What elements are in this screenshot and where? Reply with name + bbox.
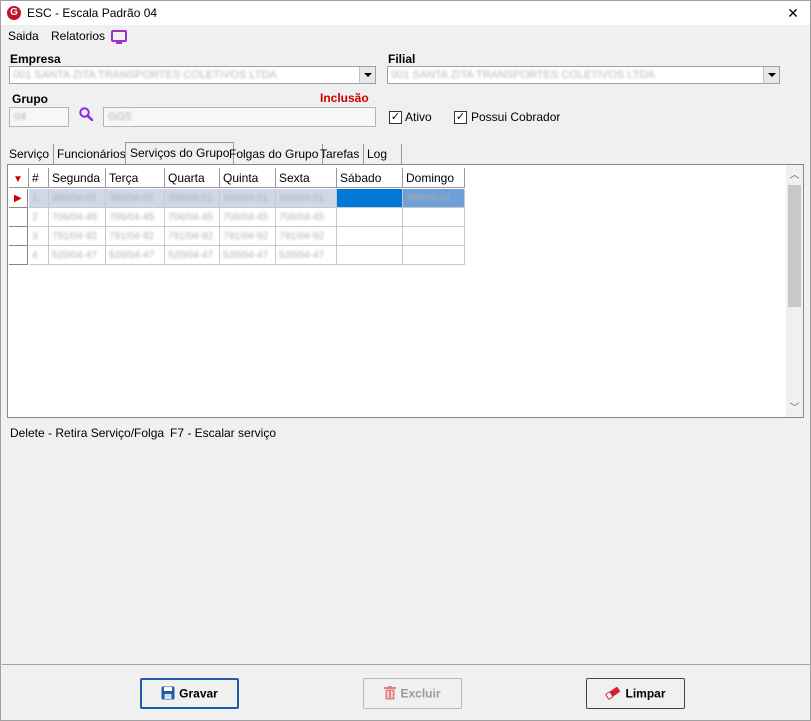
f7-hint: F7 - Escalar serviço xyxy=(170,426,277,440)
ativo-checkbox[interactable]: ✓ xyxy=(389,111,402,124)
empresa-label: Empresa xyxy=(10,52,61,66)
col-header-terca[interactable]: Terça xyxy=(106,168,165,188)
table-cell[interactable]: 791/04-92 xyxy=(165,227,220,246)
table-cell[interactable]: 706/04-45 xyxy=(220,208,276,227)
footer-divider xyxy=(2,664,810,665)
filial-label: Filial xyxy=(388,52,416,66)
col-header-quarta[interactable]: Quarta xyxy=(165,168,220,188)
tab-folgas-do-grupo[interactable]: Folgas do Grupo xyxy=(225,144,324,164)
table-cell[interactable]: 396/04-01 xyxy=(49,189,106,208)
table-cell[interactable]: 396/04-01 xyxy=(276,189,337,208)
current-row-indicator[interactable]: ▶ xyxy=(9,189,28,208)
table-cell[interactable]: 520/04-47 xyxy=(49,246,106,265)
cobrador-checkbox[interactable]: ✓ xyxy=(454,111,467,124)
header-row-marker[interactable]: ▼ xyxy=(9,168,29,188)
table-cell[interactable]: 2 xyxy=(29,208,49,227)
table-cell[interactable]: 706/04-45 xyxy=(106,208,165,227)
row-indicator[interactable] xyxy=(9,208,28,227)
menu-bar: Saida Relatorios xyxy=(1,25,810,47)
tab-servicos-do-grupo[interactable]: Serviços do Grupo xyxy=(125,142,235,164)
empresa-value: 001 SANTA ZITA TRANSPORTES COLETIVOS LTD… xyxy=(13,69,277,81)
delete-hint: Delete - Retira Serviço/Folga xyxy=(10,426,165,440)
col-header-sabado[interactable]: Sábado xyxy=(337,168,403,188)
table-cell[interactable]: 396/04-01 xyxy=(403,189,465,208)
col-header-segunda[interactable]: Segunda xyxy=(49,168,106,188)
sort-down-icon[interactable]: ▼ xyxy=(13,174,23,185)
table-cell[interactable] xyxy=(403,227,465,246)
title-bar: G ESC - Escala Padrão 04 ✕ xyxy=(1,1,810,25)
save-button[interactable]: Gravar xyxy=(140,678,239,709)
grupo-code-value: 04 xyxy=(14,111,27,123)
filial-select[interactable]: 001 SANTA ZITA TRANSPORTES COLETIVOS LTD… xyxy=(387,66,780,84)
table-cell[interactable]: 1 xyxy=(29,189,49,208)
table-cell[interactable]: 4 xyxy=(29,246,49,265)
save-icon xyxy=(161,686,175,700)
col-header-number[interactable]: # xyxy=(29,168,49,188)
chevron-down-icon[interactable] xyxy=(763,67,779,83)
scroll-down-icon[interactable]: ﹀ xyxy=(786,400,803,417)
delete-button[interactable]: Excluir xyxy=(363,678,462,709)
menu-saida[interactable]: Saida xyxy=(8,29,39,43)
table-cell[interactable] xyxy=(403,246,465,265)
table-cell[interactable]: 706/04-45 xyxy=(165,208,220,227)
table-cell[interactable]: 706/04-45 xyxy=(49,208,106,227)
table-cell[interactable] xyxy=(337,208,403,227)
tab-log[interactable]: Log xyxy=(363,144,402,164)
table-cell[interactable] xyxy=(403,208,465,227)
table-cell[interactable]: 396/04-01 xyxy=(220,189,276,208)
window-title: ESC - Escala Padrão 04 xyxy=(27,6,158,20)
table-cell[interactable]: 706/04-45 xyxy=(276,208,337,227)
row-indicator[interactable] xyxy=(9,227,28,246)
mode-label: Inclusão xyxy=(320,91,369,105)
tab-tarefas[interactable]: Tarefas xyxy=(316,144,365,164)
eraser-icon xyxy=(605,686,621,700)
row-indicator[interactable] xyxy=(9,246,28,265)
table-cell[interactable]: 520/04-47 xyxy=(165,246,220,265)
table-cell[interactable]: 396/04-01 xyxy=(165,189,220,208)
table-cell[interactable]: 791/04-92 xyxy=(49,227,106,246)
grupo-code-input[interactable]: 04 xyxy=(9,107,69,127)
empresa-select[interactable]: 001 SANTA ZITA TRANSPORTES COLETIVOS LTD… xyxy=(9,66,376,84)
table-cell[interactable]: 3 xyxy=(29,227,49,246)
table-cell[interactable] xyxy=(337,246,403,265)
clear-button[interactable]: Limpar xyxy=(586,678,685,709)
table-cell[interactable]: 396/04-01 xyxy=(106,189,165,208)
table-cell-focused[interactable] xyxy=(337,189,403,208)
close-button[interactable]: ✕ xyxy=(776,1,810,25)
table-cell[interactable]: 791/04-92 xyxy=(220,227,276,246)
col-header-sexta[interactable]: Sexta xyxy=(276,168,337,188)
menu-relatorios[interactable]: Relatorios xyxy=(51,29,105,43)
cobrador-label: Possui Cobrador xyxy=(471,110,561,124)
scroll-thumb[interactable] xyxy=(788,185,801,307)
filial-value: 001 SANTA ZITA TRANSPORTES COLETIVOS LTD… xyxy=(391,69,655,81)
table-cell[interactable]: 791/04-92 xyxy=(106,227,165,246)
grupo-desc-input[interactable]: GG5 xyxy=(103,107,376,127)
app-window: G ESC - Escala Padrão 04 ✕ Saida Relator… xyxy=(0,0,811,721)
grupo-desc-value: GG5 xyxy=(108,111,132,123)
table-cell[interactable]: 520/04-47 xyxy=(220,246,276,265)
table-cell[interactable]: 520/04-47 xyxy=(276,246,337,265)
app-logo-icon: G xyxy=(7,6,21,20)
col-header-quinta[interactable]: Quinta xyxy=(220,168,276,188)
ativo-label: Ativo xyxy=(405,110,432,124)
tab-funcionarios[interactable]: Funcionários xyxy=(53,144,131,164)
vertical-scrollbar[interactable]: ︿ ﹀ xyxy=(786,165,803,417)
chevron-down-icon[interactable] xyxy=(359,67,375,83)
monitor-icon[interactable] xyxy=(111,30,127,44)
table-cell[interactable]: 520/04-47 xyxy=(106,246,165,265)
search-icon[interactable] xyxy=(79,107,93,121)
col-header-domingo[interactable]: Domingo xyxy=(403,168,465,188)
table-cell[interactable] xyxy=(337,227,403,246)
trash-icon xyxy=(384,685,397,700)
services-grid-panel: ▼ # Segunda Terça Quarta Quinta Sexta Sá… xyxy=(7,164,804,418)
scroll-up-icon[interactable]: ︿ xyxy=(786,167,803,184)
tab-servico[interactable]: Serviço xyxy=(5,144,55,164)
table-cell[interactable]: 791/04-92 xyxy=(276,227,337,246)
grupo-label: Grupo xyxy=(12,92,48,106)
